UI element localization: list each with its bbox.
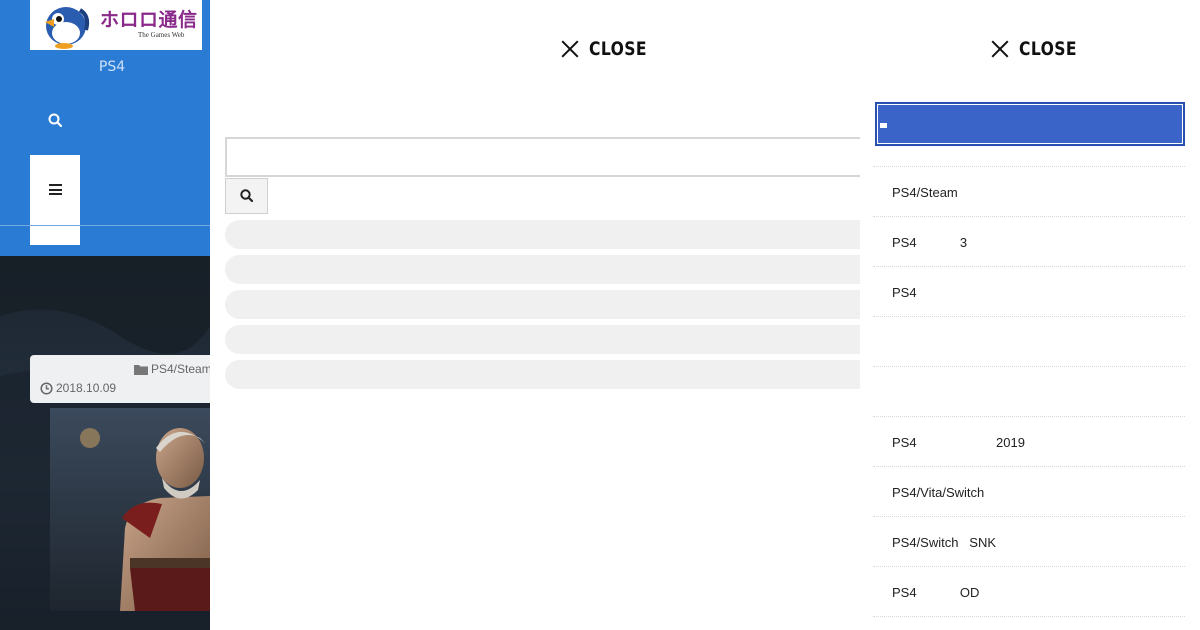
menu-item-selected[interactable] xyxy=(875,102,1185,146)
post-category[interactable]: PS4/Steam xyxy=(134,362,210,376)
loading-placeholder xyxy=(225,360,875,389)
menu-item[interactable]: PS4/Switch SNK xyxy=(873,517,1185,567)
focus-marker xyxy=(880,123,887,128)
logo-title: ホロロ通信 xyxy=(100,9,198,31)
menu-list: PS4/Steam PS4 3 PS4 PS4 2019 PS4/Vita/Sw… xyxy=(873,167,1185,617)
post-meta-card: PS4/Steam 2018.10.09 xyxy=(30,355,210,403)
menu-item-label: PS4/Switch SNK xyxy=(892,535,997,550)
menu-item-label: PS4 xyxy=(892,285,917,300)
menu-item-label: PS4/Steam xyxy=(892,185,958,200)
loading-placeholder xyxy=(225,290,875,319)
close-icon xyxy=(560,39,580,59)
loading-placeholder xyxy=(225,325,875,354)
menu-item[interactable]: PS4 OD xyxy=(873,567,1185,617)
site-header: ホロロ通信 The Games Web PS4 xyxy=(0,0,210,256)
menu-item-label: PS4 3 xyxy=(892,235,968,250)
logo-subtitle: The Games Web xyxy=(138,31,185,39)
menu-button-tab xyxy=(30,226,80,245)
post-category-label: PS4/Steam xyxy=(151,362,210,376)
bird-mascot-icon xyxy=(45,7,90,49)
search-close-label: CLOSE xyxy=(589,38,647,60)
search-icon xyxy=(239,189,253,203)
menu-close-label: CLOSE xyxy=(1019,38,1077,60)
menu-item[interactable]: PS4 3 xyxy=(873,217,1185,267)
post-thumbnail[interactable] xyxy=(50,408,210,611)
nav-category-label[interactable]: PS4 xyxy=(0,59,210,75)
search-overlay: CLOSE xyxy=(210,0,875,630)
menu-item[interactable]: PS4 xyxy=(873,267,1185,317)
loading-placeholder xyxy=(225,255,875,284)
hamburger-icon xyxy=(49,184,62,195)
clock-icon xyxy=(40,381,53,395)
menu-item[interactable]: PS4/Vita/Switch xyxy=(873,467,1185,517)
menu-item[interactable]: PS4 2019 xyxy=(873,417,1185,467)
post-date-label: 2018.10.09 xyxy=(56,381,117,395)
menu-item-label: PS4 OD xyxy=(892,585,980,600)
search-close-button[interactable]: CLOSE xyxy=(560,38,660,60)
folder-icon xyxy=(134,364,148,375)
menu-item-label: PS4 2019 xyxy=(892,435,1025,450)
menu-item[interactable] xyxy=(873,367,1185,417)
menu-item-label: PS4/Vita/Switch xyxy=(892,485,985,500)
post-date: 2018.10.09 xyxy=(40,381,116,395)
menu-item[interactable] xyxy=(873,317,1185,367)
site-logo[interactable]: ホロロ通信 The Games Web xyxy=(30,0,202,50)
menu-close-button[interactable]: CLOSE xyxy=(990,38,1090,60)
menu-item[interactable]: PS4/Steam xyxy=(873,167,1185,217)
hamburger-menu-button[interactable] xyxy=(30,155,80,225)
background-page: ホロロ通信 The Games Web PS4 PS4/Steam 2018.1… xyxy=(0,0,210,630)
close-icon xyxy=(990,39,1010,59)
search-input[interactable] xyxy=(225,137,865,177)
search-icon[interactable] xyxy=(44,109,66,131)
loading-placeholder xyxy=(225,220,875,249)
menu-overlay: CLOSE PS4/Steam PS4 3 PS4 PS4 2019 PS4/V… xyxy=(860,0,1200,630)
search-submit-button[interactable] xyxy=(225,178,268,214)
